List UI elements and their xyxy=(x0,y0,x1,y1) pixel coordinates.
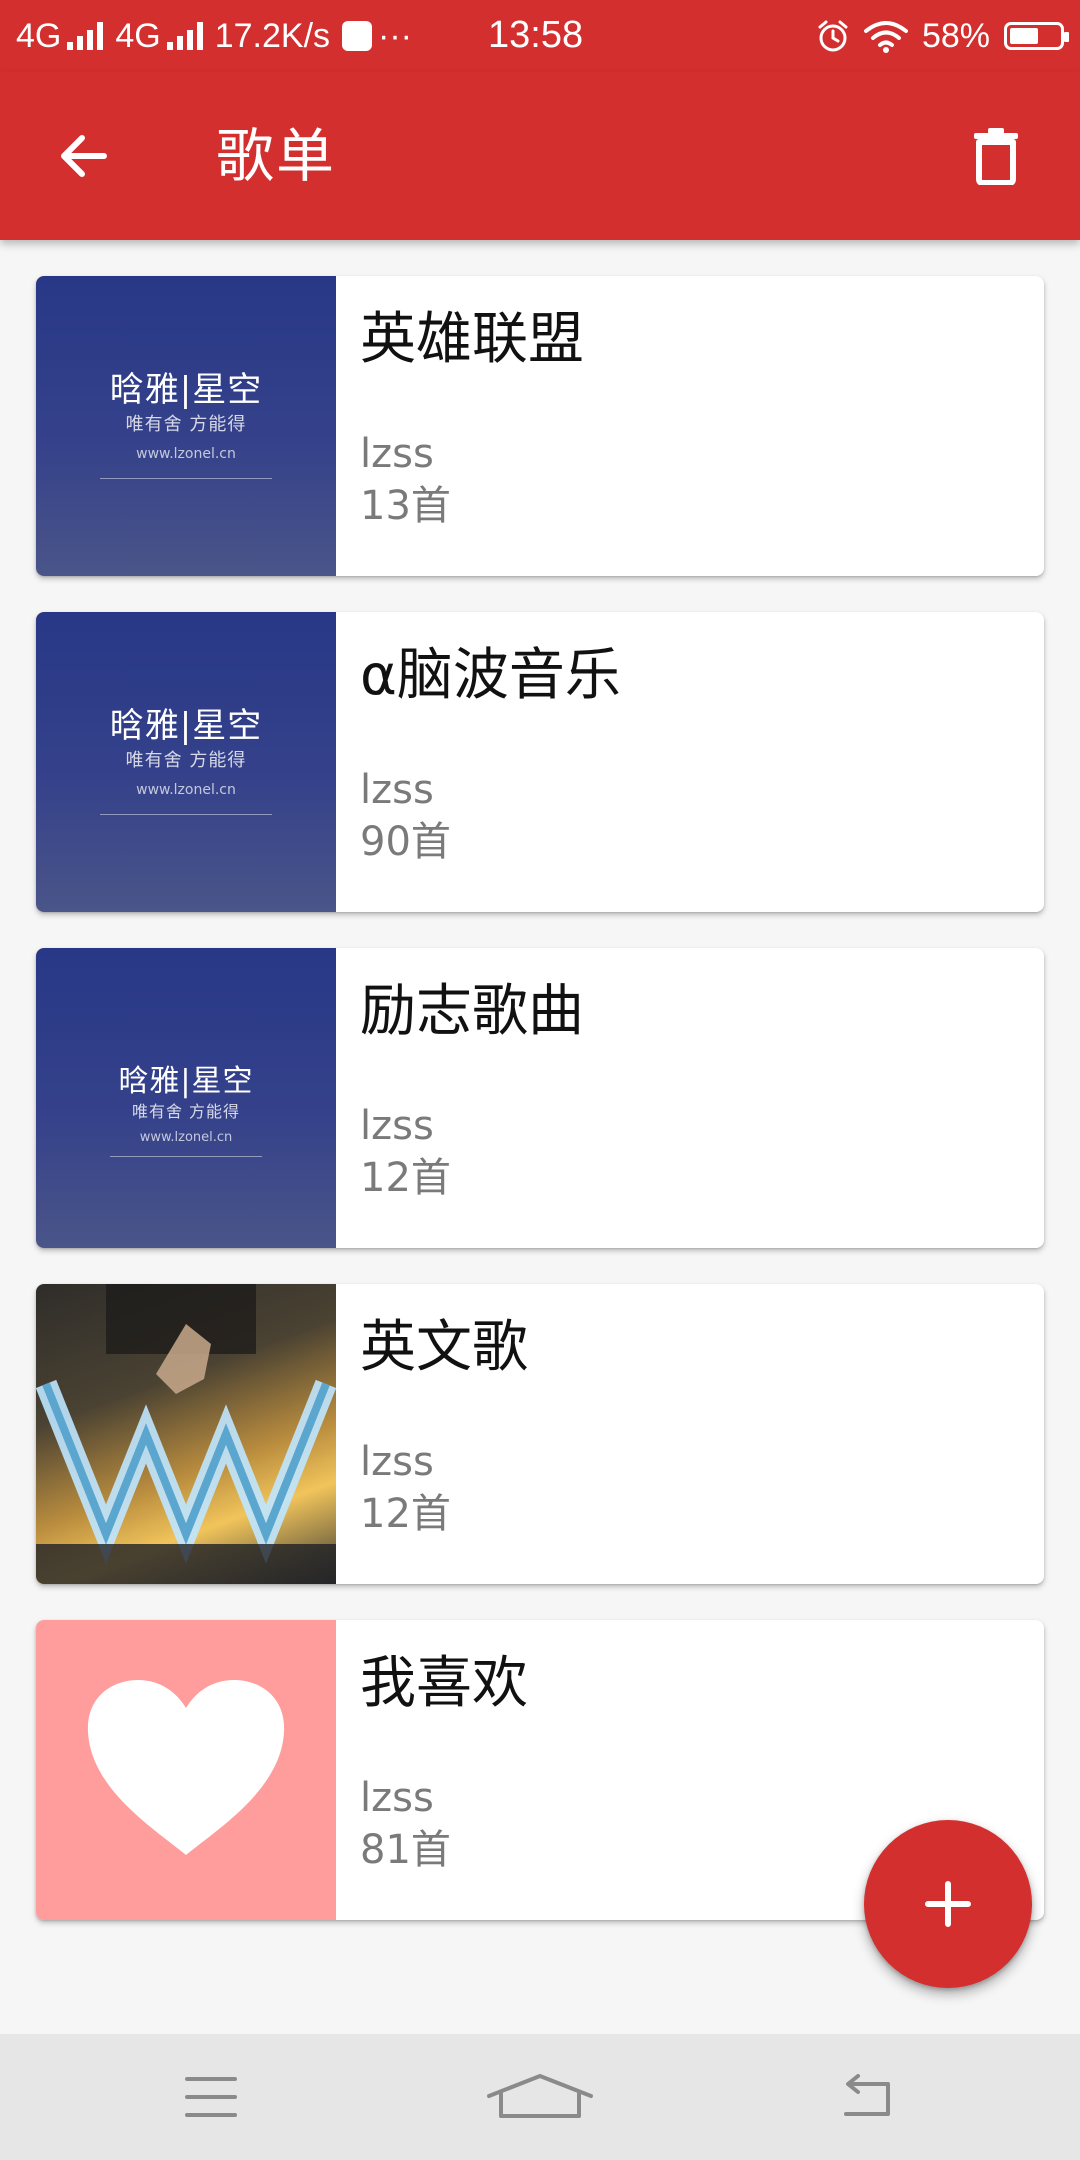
playlist-name: 我喜欢 xyxy=(360,1651,528,1716)
wifi-icon xyxy=(863,21,908,53)
nav-menu-button[interactable] xyxy=(151,2057,271,2137)
playlist-count: 81首 xyxy=(360,1827,451,1873)
battery-fill xyxy=(1010,28,1038,44)
cover-subtitle: 唯有舍 方能得 xyxy=(125,750,247,771)
album-art-logo-icon xyxy=(36,1284,336,1584)
playlist-info: α脑波音乐 lzss 90首 xyxy=(360,612,1044,912)
alarm-icon xyxy=(818,20,848,52)
cover-url: www.lzonel.cn xyxy=(136,446,236,462)
notification-icon xyxy=(342,21,373,51)
playlist-count: 90首 xyxy=(360,819,451,865)
playlist-count: 12首 xyxy=(360,1155,451,1201)
playlist-name: 英雄联盟 xyxy=(360,307,584,372)
playlist-count: 12首 xyxy=(360,1491,451,1537)
navigation-bar xyxy=(0,2034,1080,2160)
playlist-cover: 晗雅|星空 唯有舍 方能得 www.lzonel.cn xyxy=(36,948,336,1248)
cover-title: 晗雅|星空 xyxy=(109,370,263,410)
cover-subtitle: 唯有舍 方能得 xyxy=(125,414,247,435)
playlist-owner: lzss xyxy=(360,767,434,813)
menu-icon xyxy=(185,2077,237,2117)
nav-back-button[interactable] xyxy=(808,2057,928,2137)
delete-button[interactable] xyxy=(952,116,1040,196)
playlist-card[interactable]: 英文歌 lzss 12首 xyxy=(36,1284,1044,1584)
cover-title: 晗雅|星空 xyxy=(118,1064,254,1099)
app-bar: 歌单 xyxy=(0,72,1080,240)
signal-icon xyxy=(67,22,104,50)
arrow-left-icon xyxy=(61,135,107,177)
back-button[interactable] xyxy=(40,116,128,196)
battery-text: 58% xyxy=(921,16,990,55)
return-icon xyxy=(844,2074,890,2116)
playlist-owner: lzss xyxy=(360,431,434,477)
playlist-list: 晗雅|星空 唯有舍 方能得 www.lzonel.cn 英雄联盟 lzss 13… xyxy=(36,276,1044,1956)
playlist-info: 英文歌 lzss 12首 xyxy=(360,1284,1044,1584)
heart-icon xyxy=(87,1680,285,1855)
playlist-count: 13首 xyxy=(360,483,451,529)
status-time: 13:58 xyxy=(488,14,584,56)
playlist-info: 励志歌曲 lzss 12首 xyxy=(360,948,1044,1248)
playlist-card[interactable]: 晗雅|星空 唯有舍 方能得 www.lzonel.cn α脑波音乐 lzss 9… xyxy=(36,612,1044,912)
playlist-owner: lzss xyxy=(360,1103,434,1149)
status-bar: 4G 4G 17.2K/s ··· 13:58 58% xyxy=(0,0,1080,72)
status-right: 58% xyxy=(816,14,1069,58)
network-label-2: 4G xyxy=(115,16,161,55)
cover-divider xyxy=(100,478,272,479)
playlist-name: 英文歌 xyxy=(360,1315,528,1380)
playlist-cover: 晗雅|星空 唯有舍 方能得 www.lzonel.cn xyxy=(36,612,336,912)
battery-icon xyxy=(1004,22,1069,50)
playlist-name: 励志歌曲 xyxy=(360,979,584,1044)
network-label-1: 4G xyxy=(16,16,62,55)
more-notifications: ··· xyxy=(378,16,412,55)
playlist-name: α脑波音乐 xyxy=(360,643,621,708)
nav-home-button[interactable] xyxy=(480,2057,600,2137)
home-icon xyxy=(487,2074,593,2118)
playlist-cover xyxy=(36,1620,336,1920)
playlist-cover xyxy=(36,1284,336,1584)
trash-icon xyxy=(974,128,1018,185)
page-title: 歌单 xyxy=(216,122,337,190)
playlist-owner: lzss xyxy=(360,1439,434,1485)
cover-divider xyxy=(100,814,272,815)
signal-icon xyxy=(166,22,203,50)
cover-title: 晗雅|星空 xyxy=(109,706,263,746)
playlist-cover: 晗雅|星空 唯有舍 方能得 www.lzonel.cn xyxy=(36,276,336,576)
playlist-owner: lzss xyxy=(360,1775,434,1821)
playlist-card[interactable]: 晗雅|星空 唯有舍 方能得 www.lzonel.cn 励志歌曲 lzss 12… xyxy=(36,948,1044,1248)
cover-url: www.lzonel.cn xyxy=(139,1130,233,1145)
playlist-info: 英雄联盟 lzss 13首 xyxy=(360,276,1044,576)
playlist-card[interactable]: 晗雅|星空 唯有舍 方能得 www.lzonel.cn 英雄联盟 lzss 13… xyxy=(36,276,1044,576)
cover-subtitle: 唯有舍 方能得 xyxy=(131,1102,241,1121)
add-playlist-button[interactable] xyxy=(864,1820,1032,1988)
plus-icon xyxy=(925,1881,971,1927)
cover-divider xyxy=(110,1156,262,1157)
status-left: 4G 4G 17.2K/s ··· xyxy=(16,14,412,58)
network-speed: 17.2K/s xyxy=(214,16,331,55)
cover-url: www.lzonel.cn xyxy=(136,782,236,798)
